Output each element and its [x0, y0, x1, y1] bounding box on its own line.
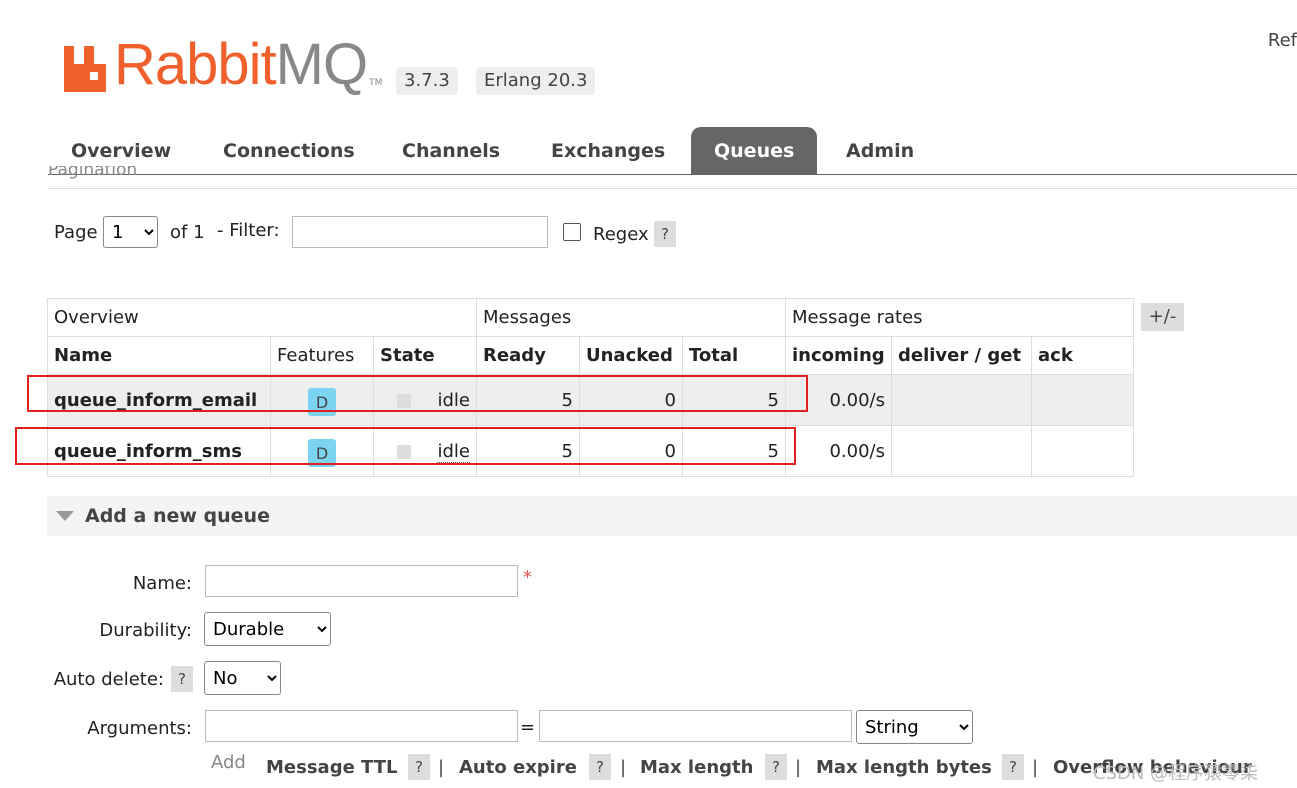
erlang-version-badge: Erlang 20.3 — [476, 67, 596, 95]
ack-rate — [1031, 374, 1134, 426]
arg-link-auto-expire[interactable]: Auto expire — [459, 757, 577, 778]
group-header-messages: Messages — [476, 298, 786, 337]
tab-channels[interactable]: Channels — [402, 127, 500, 174]
ack-rate — [1031, 425, 1134, 477]
rabbit-logo-icon — [64, 46, 106, 92]
brand-name: RabbitMQ — [114, 32, 368, 97]
column-header-ack[interactable]: ack — [1031, 336, 1134, 375]
column-header-unacked[interactable]: Unacked — [579, 336, 683, 375]
version-badge: 3.7.3 — [396, 67, 458, 95]
max-length-help-button[interactable]: ? — [765, 754, 787, 780]
filter-label: - Filter: — [217, 220, 280, 241]
required-mark: * — [523, 567, 532, 588]
highlight-box — [27, 375, 808, 412]
pagination-section-title: Pagination — [48, 166, 138, 180]
name-label: Name: — [132, 573, 192, 594]
message-ttl-help-button[interactable]: ? — [408, 754, 430, 780]
page-select[interactable]: 1 — [103, 216, 158, 248]
add-argument-label: Add — [211, 752, 246, 773]
column-header-incoming[interactable]: incoming — [785, 336, 892, 375]
column-toggle-button[interactable]: +/- — [1141, 303, 1184, 331]
arguments-label: Arguments: — [87, 718, 192, 739]
regex-checkbox[interactable] — [563, 223, 581, 241]
argument-type-select[interactable]: String — [856, 710, 973, 744]
durability-label: Durability: — [99, 620, 192, 641]
regex-label: Regex — [593, 224, 649, 245]
separator: | — [438, 757, 445, 778]
max-length-bytes-help-button[interactable]: ? — [1002, 754, 1024, 780]
arg-link-max-length-bytes[interactable]: Max length bytes — [816, 757, 992, 778]
column-header-ready[interactable]: Ready — [476, 336, 580, 375]
rabbitmq-logo: RabbitMQ TM — [62, 36, 382, 94]
trademark: TM — [369, 78, 383, 88]
column-header-features: Features — [270, 336, 374, 375]
auto-delete-label: Auto delete: — [53, 669, 164, 690]
equals-sign: = — [520, 717, 536, 738]
refresh-link[interactable]: Ref — [1268, 30, 1297, 51]
durability-select[interactable]: Durable — [204, 612, 331, 646]
tab-admin[interactable]: Admin — [846, 127, 914, 174]
separator: | — [620, 757, 627, 778]
column-header-state[interactable]: State — [373, 336, 477, 375]
arg-link-message-ttl[interactable]: Message TTL — [266, 757, 398, 778]
regex-help-button[interactable]: ? — [654, 221, 676, 247]
group-header-message-rates: Message rates — [785, 298, 1134, 337]
argument-key-input[interactable] — [205, 710, 518, 742]
arg-link-max-length[interactable]: Max length — [640, 757, 753, 778]
tab-queues[interactable]: Queues — [691, 127, 818, 174]
page-count-label: of 1 — [170, 222, 205, 243]
auto-delete-select[interactable]: No — [204, 661, 281, 695]
separator: | — [1032, 757, 1039, 778]
incoming-rate: 0.00/s — [785, 425, 892, 477]
deliver-get-rate — [891, 374, 1032, 426]
argument-value-input[interactable] — [539, 710, 852, 742]
auto-delete-help-button[interactable]: ? — [171, 666, 193, 692]
tab-connections[interactable]: Connections — [223, 127, 355, 174]
deliver-get-rate — [891, 425, 1032, 477]
main-nav-tabs: Overview Connections Channels Exchanges … — [48, 127, 1297, 175]
add-queue-title[interactable]: Add a new queue — [85, 505, 270, 527]
page-label: Page — [54, 222, 98, 243]
collapse-triangle-icon[interactable] — [56, 511, 74, 521]
group-header-overview: Overview — [47, 298, 477, 337]
tab-exchanges[interactable]: Exchanges — [551, 127, 665, 174]
separator: | — [795, 757, 802, 778]
column-header-total[interactable]: Total — [682, 336, 786, 375]
csdn-watermark: CSDN @程序猿零柒 — [1093, 763, 1259, 784]
column-header-deliver-get[interactable]: deliver / get — [891, 336, 1032, 375]
auto-expire-help-button[interactable]: ? — [589, 754, 611, 780]
highlight-box — [15, 427, 796, 465]
column-header-name[interactable]: Name — [47, 336, 271, 375]
divider — [48, 188, 1297, 189]
queue-name-input[interactable] — [205, 565, 518, 597]
filter-input[interactable] — [292, 216, 548, 248]
